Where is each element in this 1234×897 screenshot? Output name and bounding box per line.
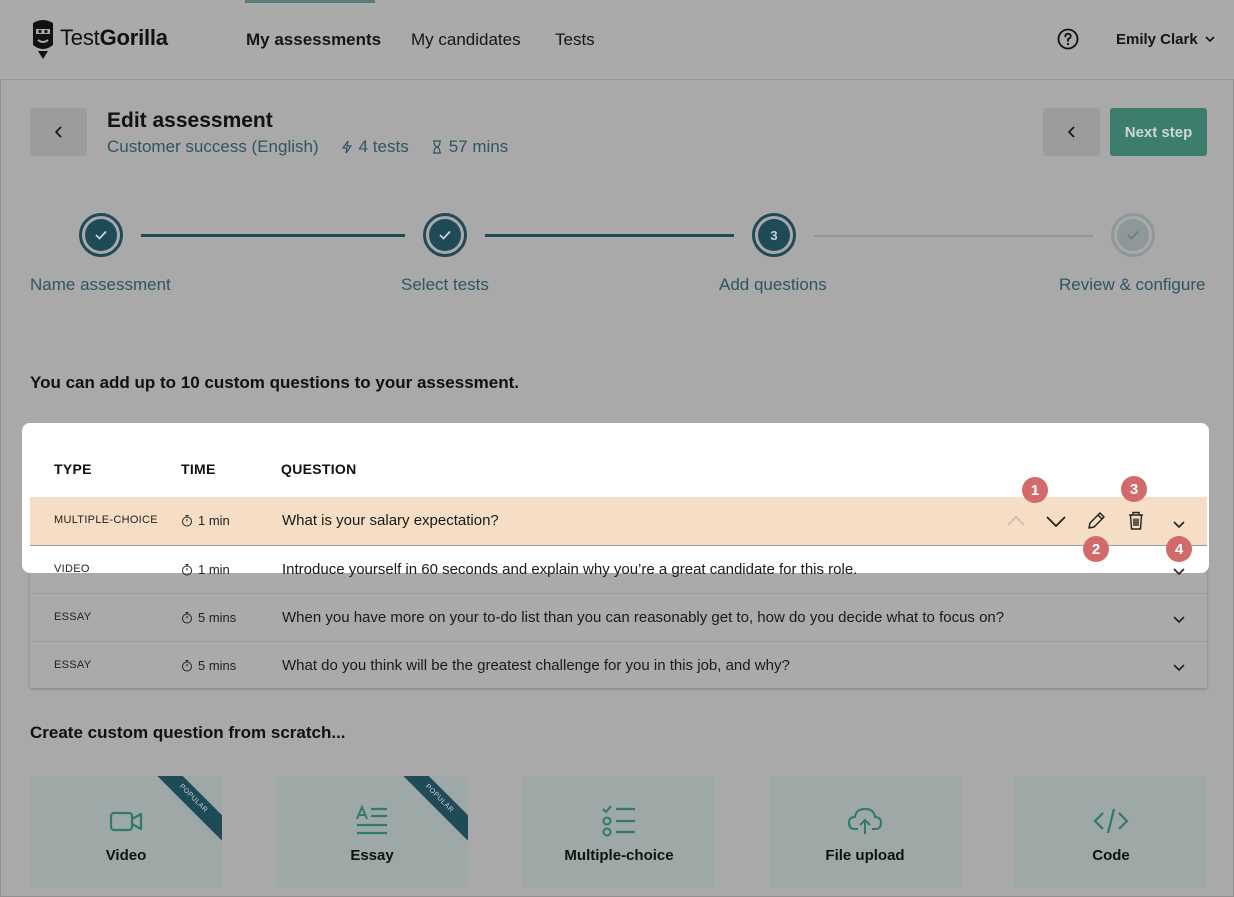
- step-4-indicator: [1111, 213, 1155, 257]
- table-row[interactable]: ESSAY 5 mins When you have more on your …: [30, 593, 1207, 641]
- step-connector: [485, 234, 734, 237]
- chevron-down-icon[interactable]: [1203, 33, 1217, 45]
- question-type: VIDEO: [54, 563, 90, 575]
- essay-text-icon: [356, 804, 387, 835]
- step-connector: [141, 234, 405, 237]
- create-file-upload-card[interactable]: File upload: [769, 776, 961, 888]
- assessment-meta: Customer success (English) 4 tests 57 mi…: [107, 137, 508, 157]
- step-label-add-questions: Add questions: [719, 275, 827, 294]
- check-icon: [95, 230, 107, 240]
- step-1-indicator: [79, 213, 123, 257]
- annotation-badge-3: 3: [1121, 476, 1147, 502]
- question-text: What is your salary expectation?: [282, 512, 499, 529]
- question-time: 5 mins: [181, 658, 236, 673]
- move-down-icon[interactable]: [1044, 509, 1068, 533]
- annotation-badge-4: 4: [1166, 536, 1192, 562]
- next-step-button[interactable]: Next step: [1110, 108, 1207, 156]
- stopwatch-icon: [182, 660, 192, 672]
- step-label-review-configure: Review & configure: [1059, 275, 1206, 294]
- question-type: MULTIPLE-CHOICE: [54, 514, 158, 526]
- previous-step-button[interactable]: [1043, 108, 1100, 156]
- check-icon: [1127, 230, 1139, 240]
- create-essay-card[interactable]: POPULAR Essay: [276, 776, 468, 888]
- create-video-card[interactable]: POPULAR Video: [30, 776, 222, 888]
- card-label: Multiple-choice: [564, 847, 674, 864]
- card-label: File upload: [825, 847, 905, 864]
- hourglass-icon: [432, 140, 441, 154]
- column-header-question: QUESTION: [281, 461, 357, 477]
- step-connector: [814, 235, 1093, 237]
- create-question-title: Create custom question from scratch...: [30, 723, 346, 742]
- question-time: 1 min: [181, 513, 230, 528]
- card-label: Video: [105, 847, 147, 864]
- table-row[interactable]: VIDEO 1 min Introduce yourself in 60 sec…: [30, 545, 1207, 593]
- annotation-badge-2: 2: [1083, 536, 1109, 562]
- question-text: When you have more on your to-do list th…: [282, 609, 1005, 626]
- annotation-badge-1: 1: [1022, 477, 1048, 503]
- video-camera-icon: [109, 811, 143, 832]
- lightning-icon: [341, 140, 352, 154]
- active-nav-indicator: [245, 0, 375, 3]
- question-text: What do you think will be the greatest c…: [282, 657, 790, 674]
- code-brackets-icon: [1093, 808, 1129, 834]
- question-time: 5 mins: [181, 610, 236, 625]
- expand-chevron-icon[interactable]: [1172, 662, 1186, 674]
- step-2-indicator: [423, 213, 467, 257]
- page-title: Edit assessment: [107, 109, 273, 132]
- column-header-type: TYPE: [54, 461, 92, 477]
- step-3-indicator: 3: [752, 213, 796, 257]
- chevron-left-icon: [1067, 126, 1075, 138]
- cloud-upload-icon: [847, 807, 883, 834]
- expand-chevron-icon[interactable]: [1172, 519, 1186, 531]
- trash-icon[interactable]: [1124, 509, 1148, 533]
- nav-my-assessments[interactable]: My assessments: [246, 30, 381, 50]
- create-multiple-choice-card[interactable]: Multiple-choice: [523, 776, 715, 888]
- nav-my-candidates[interactable]: My candidates: [411, 30, 521, 50]
- question-time: 1 min: [181, 562, 230, 577]
- assessment-name: Customer success (English): [107, 137, 319, 156]
- question-type: ESSAY: [54, 611, 92, 623]
- table-row[interactable]: ESSAY 5 mins What do you think will be t…: [30, 641, 1207, 689]
- assessment-duration: 57 mins: [431, 137, 508, 157]
- edit-pencil-icon[interactable]: [1084, 509, 1108, 533]
- gorilla-logo-icon: [33, 20, 53, 59]
- stopwatch-icon: [182, 612, 192, 624]
- logo-text: TestGorilla: [60, 25, 168, 50]
- custom-questions-intro: You can add up to 10 custom questions to…: [30, 373, 520, 392]
- chevron-left-icon: [54, 126, 62, 138]
- card-label: Essay: [350, 847, 394, 864]
- top-navigation: TestGorilla My assessments My candidates…: [0, 0, 1234, 80]
- step-label-name-assessment[interactable]: Name assessment: [30, 275, 171, 295]
- question-text: Introduce yourself in 60 seconds and exp…: [282, 561, 858, 578]
- column-header-time: TIME: [181, 461, 216, 477]
- testgorilla-logo[interactable]: TestGorilla: [30, 17, 168, 59]
- card-label: Code: [1092, 847, 1130, 864]
- nav-tests[interactable]: Tests: [555, 30, 595, 50]
- expand-chevron-icon[interactable]: [1172, 614, 1186, 626]
- move-up-icon[interactable]: [1004, 509, 1028, 533]
- stopwatch-icon: [182, 515, 192, 527]
- create-code-card[interactable]: Code: [1015, 776, 1207, 888]
- checklist-icon: [602, 805, 635, 837]
- help-icon[interactable]: [1057, 28, 1079, 50]
- table-row[interactable]: MULTIPLE-CHOICE 1 min What is your salar…: [30, 497, 1207, 545]
- stopwatch-icon: [182, 564, 192, 576]
- back-button[interactable]: [30, 108, 87, 156]
- question-type: ESSAY: [54, 659, 92, 671]
- expand-chevron-icon[interactable]: [1172, 566, 1186, 578]
- tests-count: 4 tests: [341, 137, 409, 157]
- popular-ribbon: POPULAR: [393, 776, 468, 845]
- step-label-select-tests[interactable]: Select tests: [401, 275, 489, 295]
- step-3-number: 3: [758, 219, 790, 251]
- check-icon: [439, 230, 451, 240]
- user-menu-name[interactable]: Emily Clark: [1116, 31, 1198, 48]
- popular-ribbon: POPULAR: [147, 776, 222, 845]
